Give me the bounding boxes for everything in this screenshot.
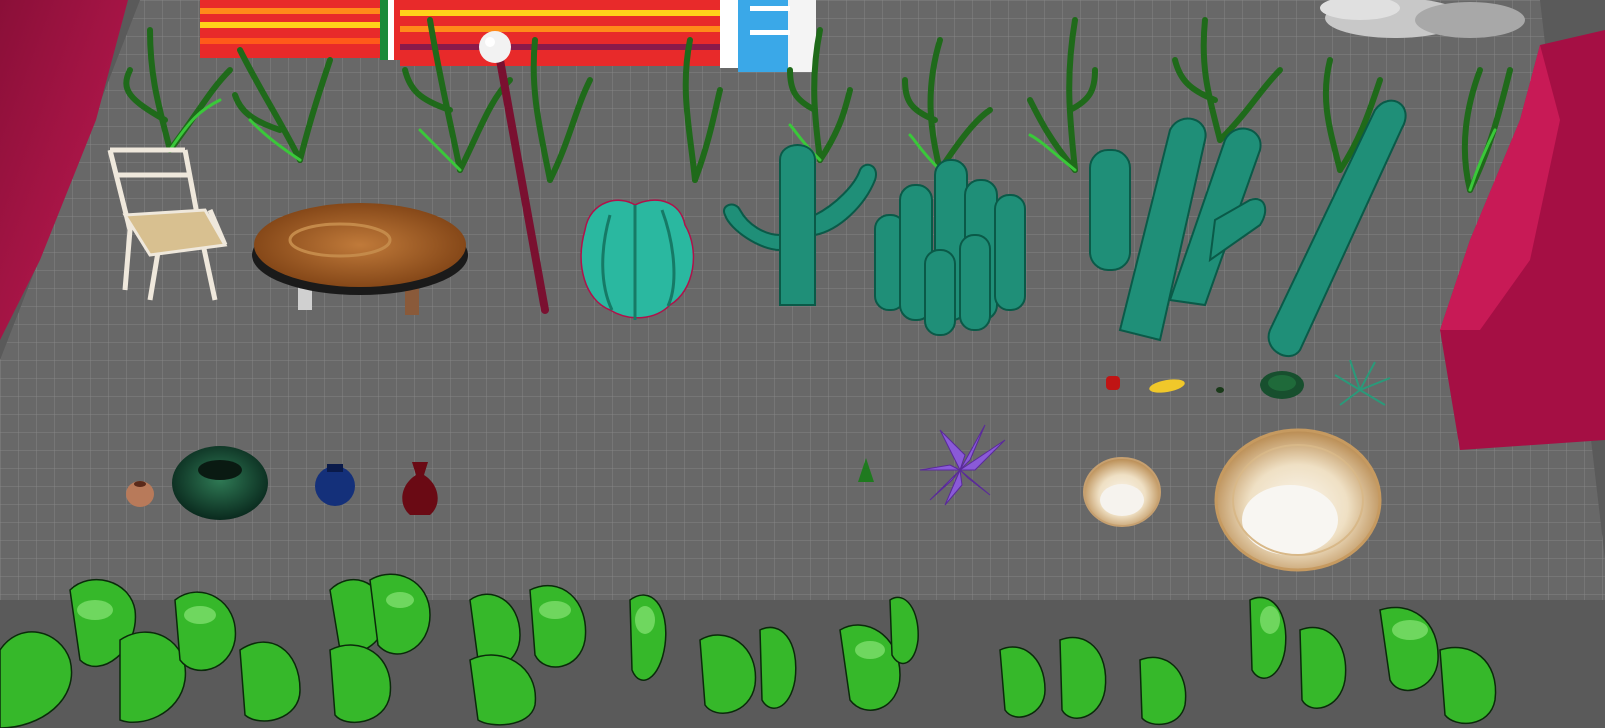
red-pepper [1106,376,1120,390]
green-bowl [172,446,268,520]
dark-green-shrub [1260,371,1304,399]
rock-pile [1320,0,1525,38]
scene-viewport [0,0,1605,728]
small-seed [1216,387,1224,393]
large-woven-basket [1214,428,1382,572]
small-woven-basket [1083,457,1161,527]
clay-pot-small [126,481,154,507]
